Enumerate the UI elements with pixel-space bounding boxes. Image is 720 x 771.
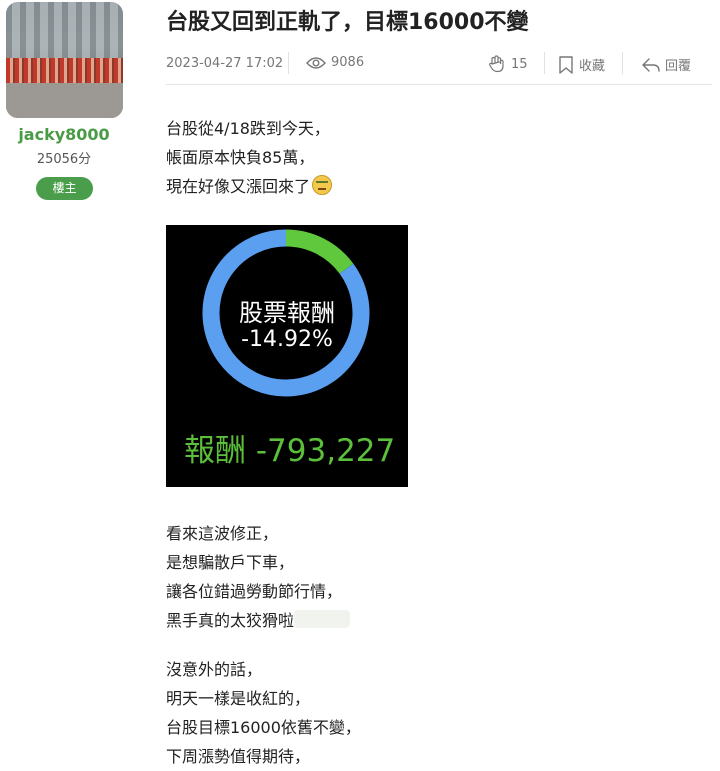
smirk-face-emoji-icon xyxy=(312,175,333,195)
view-count: 9086 xyxy=(306,55,364,70)
avatar-crowd xyxy=(6,57,123,86)
text-line-with-sticker: 黑手真的太狡猾啦 xyxy=(166,606,351,635)
post-title: 台股又回到正軌了，目標16000不變 xyxy=(166,10,529,35)
text-line: 帳面原本快負85萬， xyxy=(166,148,315,167)
text-line: 沒意外的話， xyxy=(166,660,263,679)
chart-center-value: -14.92% xyxy=(241,327,333,352)
op-badge: 樓主 xyxy=(36,177,93,200)
meta-divider xyxy=(288,52,289,74)
reply-button[interactable]: 回覆 xyxy=(642,55,691,74)
chart-footer-label: 報酬 -793,227 xyxy=(184,433,396,469)
post-date: 2023-04-27 17:02 xyxy=(166,56,284,71)
post-paragraph-1: 台股從4/18跌到今天， 帳面原本快負85萬， 現在好像又漲回來了 xyxy=(166,114,333,201)
author-username[interactable]: jacky8000 xyxy=(0,125,128,144)
chart-title: 股票報酬 xyxy=(239,299,335,327)
bookmark-button[interactable]: 收藏 xyxy=(558,55,605,74)
text-line: 台股目標16000依舊不變， xyxy=(166,718,361,737)
text-line: 黑手真的太狡猾啦 xyxy=(166,611,295,630)
bookmark-icon xyxy=(559,55,573,74)
post-paragraph-3: 沒意外的話， 明天一樣是收紅的， 台股目標16000依舊不變， 下周漲勢值得期待… xyxy=(166,655,361,771)
text-line: 是想騙散戶下車， xyxy=(166,553,295,572)
text-line: 看來這波修正， xyxy=(166,524,279,543)
reply-icon xyxy=(642,57,660,72)
meta-divider xyxy=(544,52,545,74)
author-points: 25056分 xyxy=(36,152,92,167)
like-button[interactable]: 15 xyxy=(488,55,528,73)
post-meta-bar: 2023-04-27 17:02 9086 15 收藏 回覆 xyxy=(166,52,712,85)
view-count-value: 9086 xyxy=(331,55,365,70)
user-avatar[interactable] xyxy=(6,2,123,118)
meta-divider xyxy=(622,52,623,74)
text-line: 明天一樣是收紅的， xyxy=(166,689,311,708)
text-line: 台股從4/18跌到今天， xyxy=(166,119,330,138)
reply-label: 回覆 xyxy=(665,59,692,74)
bookmark-label: 收藏 xyxy=(579,59,606,74)
text-line: 現在好像又漲回來了 xyxy=(166,177,311,196)
eye-icon xyxy=(306,56,326,69)
donut-slice-0 xyxy=(285,229,354,274)
stock-return-chart: 股票報酬 -14.92% 報酬 -793,227 xyxy=(166,225,408,487)
clap-icon xyxy=(489,55,504,73)
text-line-with-emoji: 現在好像又漲回來了 xyxy=(166,172,333,201)
faded-sticker-icon xyxy=(294,610,351,628)
like-count: 15 xyxy=(511,56,528,72)
text-line: 讓各位錯過勞動節行情， xyxy=(166,582,343,601)
avatar-street xyxy=(6,83,123,118)
post-paragraph-2: 看來這波修正， 是想騙散戶下車， 讓各位錯過勞動節行情， 黑手真的太狡猾啦 xyxy=(166,519,351,635)
